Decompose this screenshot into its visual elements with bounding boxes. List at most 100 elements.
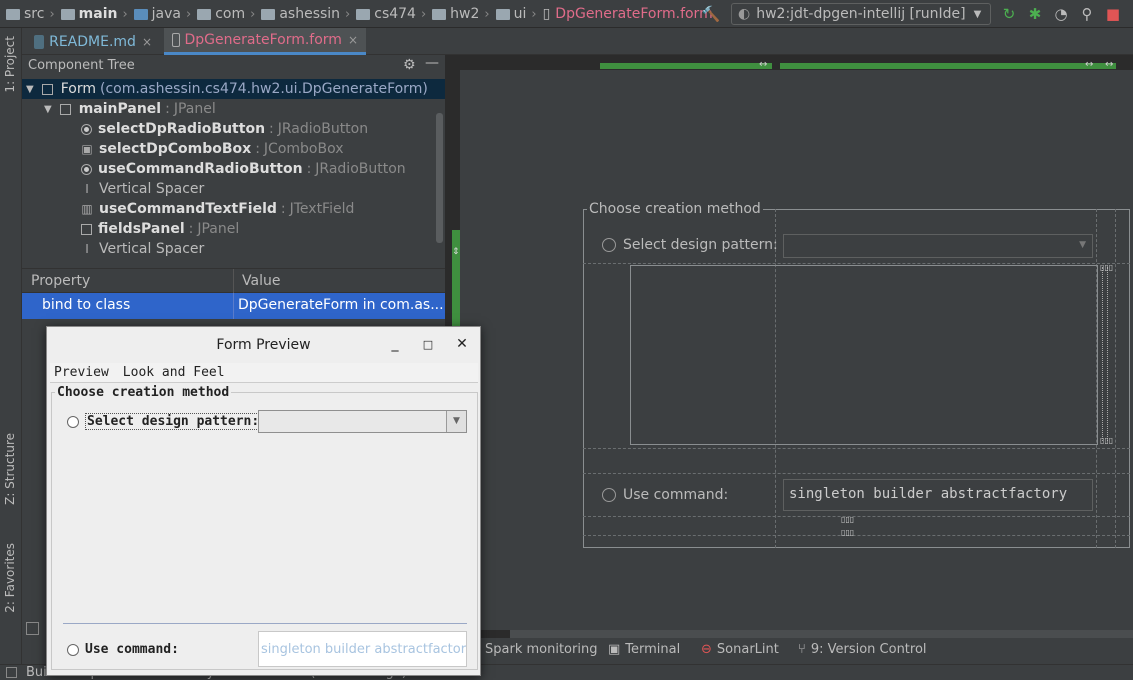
- profiler-icon[interactable]: ⚲: [1078, 5, 1096, 23]
- breadcrumb: src › main › java › com › ashessin › cs474 › h…: [6, 4, 713, 24]
- breadcrumb-item-main[interactable]: main ›: [60, 6, 134, 22]
- tree-scrollbar[interactable]: [436, 113, 443, 243]
- select-design-pattern-combobox[interactable]: ▼: [783, 234, 1093, 258]
- column-ruler-segment[interactable]: [780, 63, 1116, 69]
- property-table-header: Property Value: [22, 268, 445, 293]
- use-command-text-field[interactable]: singleton builder abstractfactory: [258, 631, 467, 667]
- property-value[interactable]: DpGenerateForm in com.as...: [238, 297, 444, 313]
- breadcrumb-item-ui[interactable]: ui ›: [495, 6, 543, 22]
- expand-triangle-icon[interactable]: ▼: [26, 84, 34, 95]
- dialog-titlebar[interactable]: Form Preview: [47, 327, 480, 363]
- build-hammer-icon[interactable]: 🔨: [702, 5, 721, 23]
- panel-icon: [81, 223, 92, 235]
- breadcrumb-item-cs474[interactable]: cs474 ›: [356, 6, 432, 22]
- use-command-row[interactable]: Use command:: [67, 642, 179, 657]
- resize-handle-icon: ▯▯▯: [1100, 436, 1114, 445]
- radio-button-icon: [81, 163, 92, 175]
- form-canvas: Choose creation method Select design pat…: [460, 70, 1133, 630]
- tool-window-spark-monitoring[interactable]: Spark monitoring: [485, 642, 597, 657]
- column-ruler-segment[interactable]: [600, 63, 772, 69]
- select-design-pattern-radio[interactable]: [67, 415, 79, 428]
- column-header-value[interactable]: Value: [242, 273, 280, 289]
- tool-window-structure[interactable]: Z: Structure: [3, 433, 17, 505]
- close-icon[interactable]: ✕: [453, 336, 471, 354]
- gradle-icon: ◐: [738, 6, 751, 22]
- run-configuration-selector[interactable]: ◐ hw2:jdt-dpgen-intellij [runIde] ▼: [731, 3, 991, 25]
- rerun-icon[interactable]: ↻: [1000, 5, 1018, 23]
- dialog-title: Form Preview: [216, 337, 311, 353]
- gear-icon[interactable]: ⚙: [403, 57, 416, 73]
- minimize-icon[interactable]: —: [425, 55, 439, 71]
- maximize-icon[interactable]: □: [419, 338, 437, 356]
- tree-node[interactable]: fieldsPanel: JPanel: [81, 219, 239, 239]
- breadcrumb-item-file[interactable]: ▯ DpGenerateForm.form: [543, 6, 713, 22]
- debug-bug-icon[interactable]: ✱: [1026, 5, 1044, 23]
- folder-icon: [356, 8, 371, 20]
- tree-node[interactable]: selectDpRadioButton: JRadioButton: [81, 119, 368, 139]
- use-command-text-field[interactable]: singleton builder abstractfactory: [783, 479, 1093, 511]
- breadcrumb-item-src[interactable]: src ›: [6, 6, 61, 22]
- column-divider: [233, 293, 234, 319]
- use-command-radio[interactable]: [67, 643, 79, 656]
- property-row-bind-to-class[interactable]: bind to class DpGenerateForm in com.as..…: [22, 293, 445, 319]
- folder-icon: [6, 8, 20, 20]
- run-with-coverage-icon[interactable]: ◔: [1052, 5, 1070, 23]
- tab-readme[interactable]: README.md ×: [26, 28, 160, 55]
- tree-node-form[interactable]: ▼ Form (com.ashessin.cs474.hw2.ui.DpGene…: [22, 79, 445, 99]
- use-command-radio[interactable]: [602, 488, 616, 502]
- minimize-icon[interactable]: _: [386, 336, 404, 354]
- tool-window-sonarlint[interactable]: ⊖ SonarLint: [701, 642, 779, 657]
- select-design-pattern-label: Select design pattern:: [623, 237, 778, 253]
- radio-button-icon: [81, 123, 92, 135]
- tree-node[interactable]: ▼ mainPanel: JPanel: [44, 99, 216, 119]
- form-file-icon: [172, 33, 180, 47]
- chevron-down-icon: ▼: [1079, 240, 1086, 250]
- folder-icon: [432, 8, 447, 20]
- select-design-pattern-radio[interactable]: [602, 238, 616, 252]
- use-command-label: Use command:: [623, 487, 729, 503]
- fields-panel-outline[interactable]: [630, 265, 1098, 445]
- chevron-down-icon: ▼: [973, 8, 982, 20]
- breadcrumb-item-com[interactable]: com ›: [197, 6, 261, 22]
- breadcrumb-item-hw2[interactable]: hw2 ›: [432, 6, 495, 22]
- tree-node[interactable]: Ι Vertical Spacer: [81, 239, 204, 259]
- chevron-down-icon: ▼: [446, 411, 466, 432]
- menu-look-and-feel[interactable]: Look and Feel: [123, 365, 225, 380]
- select-design-pattern-combobox[interactable]: ▼: [258, 410, 467, 433]
- breadcrumb-item-ashessin[interactable]: ashessin ›: [261, 6, 356, 22]
- resize-arrows-icon: ↔: [1085, 59, 1094, 70]
- resize-handle-icon: ▯▯▯: [841, 528, 855, 537]
- resize-handle-icon: ▯▯▯: [1100, 263, 1114, 272]
- folder-icon: [495, 8, 510, 20]
- breadcrumb-item-java[interactable]: java ›: [133, 6, 198, 22]
- tool-window-version-control[interactable]: ⑂ 9: Version Control: [798, 642, 927, 657]
- menu-preview[interactable]: Preview: [54, 365, 109, 380]
- designer-horizontal-scrollbar[interactable]: [510, 630, 1133, 638]
- tool-window-project[interactable]: 1: Project: [3, 36, 17, 93]
- tree-node[interactable]: useCommandRadioButton: JRadioButton: [81, 159, 406, 179]
- version-control-icon: ⑂: [798, 642, 806, 657]
- vertical-spacer[interactable]: [1102, 267, 1108, 441]
- select-design-pattern-row[interactable]: Select design pattern:: [67, 413, 262, 430]
- tab-dpgenerateform[interactable]: DpGenerateForm.form ×: [164, 28, 366, 55]
- form-preview-dialog: Form Preview _ □ ✕ Preview Look and Feel…: [46, 326, 481, 676]
- tree-node[interactable]: ▥ useCommandTextField: JTextField: [81, 199, 354, 219]
- tool-windows-toggle-icon[interactable]: [6, 667, 17, 678]
- tree-node[interactable]: Ι Vertical Spacer: [81, 179, 204, 199]
- stop-icon[interactable]: ■: [1104, 5, 1122, 23]
- tree-node[interactable]: ▣ selectDpComboBox: JComboBox: [81, 139, 343, 159]
- tool-window-favorites[interactable]: 2: Favorites: [3, 543, 17, 613]
- panel-icon: [59, 103, 71, 115]
- text-field-icon: ▥: [81, 202, 93, 216]
- tool-window-terminal[interactable]: ▣ Terminal: [608, 642, 680, 657]
- markdown-file-icon: [34, 34, 45, 49]
- folder-icon: [261, 8, 276, 20]
- navigation-bar: src › main › java › com › ashessin › cs474 › h…: [0, 0, 1133, 28]
- close-icon[interactable]: ×: [348, 33, 358, 47]
- checkbox[interactable]: [26, 622, 39, 635]
- close-icon[interactable]: ×: [142, 35, 152, 49]
- folder-icon: [197, 8, 212, 20]
- expand-triangle-icon[interactable]: ▼: [44, 104, 52, 115]
- column-header-property[interactable]: Property: [31, 273, 90, 289]
- column-divider[interactable]: [233, 269, 234, 293]
